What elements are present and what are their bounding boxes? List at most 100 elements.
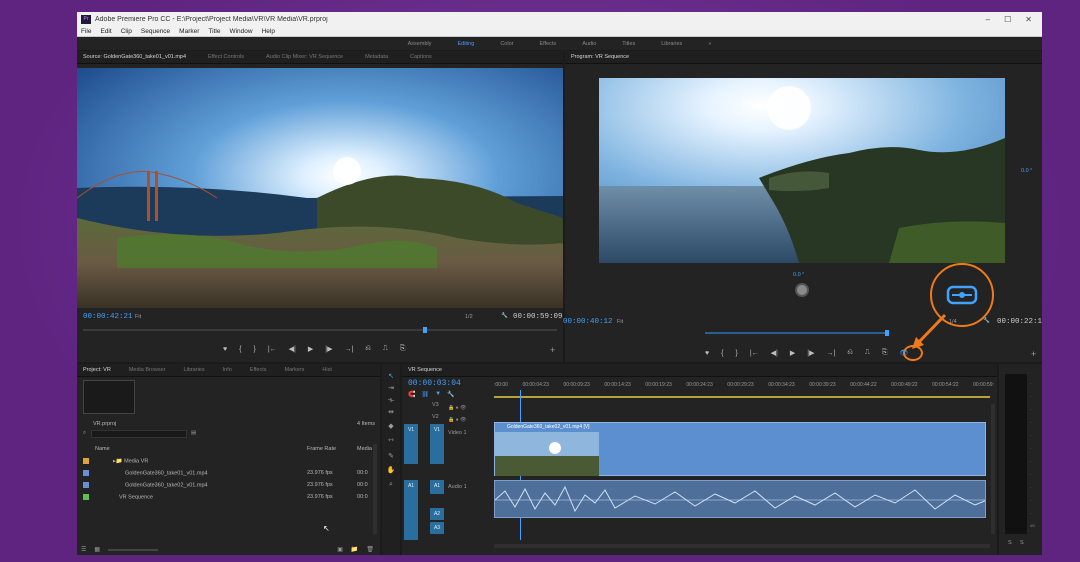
add-marker-icon[interactable]: ▼ <box>435 391 441 398</box>
new-bin-footer-icon[interactable]: 📁 <box>351 546 358 553</box>
tab-source[interactable]: Source: GoldenGate360_take01_v01.mp4 <box>83 54 186 60</box>
mark-in-button[interactable]: { <box>239 346 241 353</box>
timeline-ruler[interactable]: :00:00 00:00:04:23 00:00:09:23 00:00:14:… <box>494 382 994 396</box>
zoom-slider[interactable] <box>108 548 159 551</box>
program-resolution-dropdown[interactable]: 1/4 <box>949 319 957 325</box>
program-export-frame-button[interactable]: ⎘ <box>882 349 888 357</box>
program-add-button[interactable]: + <box>1031 349 1036 359</box>
razor-tool-icon[interactable]: ◆ <box>386 422 396 432</box>
slip-tool-icon[interactable]: ⇿ <box>386 436 396 446</box>
tab-effects[interactable]: Effects <box>250 367 267 373</box>
vr-angle-dial-icon[interactable] <box>795 283 809 297</box>
source-scrub-bar[interactable] <box>83 327 557 333</box>
linked-selection-icon[interactable]: ⛓ <box>421 391 429 398</box>
list-view-icon[interactable]: ☰ <box>81 546 86 553</box>
hand-tool-icon[interactable]: ✋ <box>386 466 396 476</box>
zoom-tool-icon[interactable]: ⌕ <box>386 480 396 490</box>
workspace-titles[interactable]: Titles <box>622 41 635 47</box>
list-item[interactable]: GoldenGate360_take01_v01.mp4 <box>83 470 208 476</box>
play-button[interactable]: ▶ <box>308 345 313 353</box>
maximize-button[interactable]: ☐ <box>1004 15 1011 24</box>
go-to-in-button[interactable]: |← <box>268 346 277 353</box>
menu-marker[interactable]: Marker <box>179 28 199 35</box>
timeline-settings-icon[interactable]: 🔧 <box>447 391 454 398</box>
program-mark-in-button[interactable]: { <box>721 350 723 357</box>
tab-media-browser[interactable]: Media Browser <box>129 367 166 373</box>
program-mark-out-button[interactable]: } <box>736 350 738 357</box>
timeline-horizontal-scrollbar[interactable] <box>494 544 990 548</box>
tab-history[interactable]: Hist <box>322 367 331 373</box>
program-play-button[interactable]: ▶ <box>790 349 795 357</box>
icon-view-icon[interactable]: ▦ <box>94 546 100 553</box>
project-search-input[interactable] <box>91 430 187 438</box>
track-target-a1[interactable]: A1 <box>430 480 444 494</box>
export-frame-button[interactable]: ⎘ <box>400 345 406 353</box>
add-marker-button[interactable]: ♥ <box>223 346 227 353</box>
tab-program[interactable]: Program: VR Sequence <box>571 54 629 60</box>
program-go-to-in-button[interactable]: |← <box>750 350 759 357</box>
tab-markers[interactable]: Markers <box>285 367 305 373</box>
program-playhead[interactable] <box>885 330 889 336</box>
program-add-marker-button[interactable]: ♥ <box>705 350 709 357</box>
snap-icon[interactable]: 🧲 <box>408 391 415 398</box>
tab-vr-sequence[interactable]: VR Sequence <box>408 367 442 373</box>
menu-edit[interactable]: Edit <box>100 28 111 35</box>
column-name-header[interactable]: Name <box>95 446 110 452</box>
list-item[interactable]: VR Sequence <box>83 494 153 500</box>
minimize-button[interactable]: – <box>986 15 990 24</box>
ripple-edit-tool-icon[interactable]: ⟛ <box>386 396 396 406</box>
extract-button[interactable]: ⎍ <box>865 349 870 357</box>
step-back-button[interactable]: ◀| <box>289 345 296 353</box>
timeline-vertical-scrollbar[interactable] <box>991 404 995 534</box>
program-scrub-bar[interactable] <box>705 330 889 336</box>
menu-clip[interactable]: Clip <box>121 28 132 35</box>
tab-effect-controls[interactable]: Effect Controls <box>208 54 244 60</box>
close-button[interactable]: ✕ <box>1025 15 1032 24</box>
selection-tool-icon[interactable]: ↖ <box>386 372 396 382</box>
toggle-vr-video-display-icon[interactable]: 👁 <box>899 349 908 357</box>
list-item[interactable]: ▸📁 Media VR <box>83 458 148 464</box>
program-settings-wrench-icon[interactable]: 🔧 <box>983 318 990 324</box>
tab-libraries[interactable]: Libraries <box>184 367 205 373</box>
workspace-libraries[interactable]: Libraries <box>661 41 682 47</box>
track-target-v1[interactable]: V1 <box>430 424 444 464</box>
solo-left-button[interactable]: S <box>1008 540 1012 546</box>
tab-info[interactable]: Info <box>223 367 232 373</box>
go-to-out-button[interactable]: →| <box>344 346 353 353</box>
rolling-edit-tool-icon[interactable]: ⇹ <box>386 408 396 418</box>
source-patch-a1[interactable]: A1 <box>404 480 418 540</box>
source-resolution-dropdown[interactable]: 1/2 <box>465 314 473 320</box>
track-target-a2[interactable]: A2 <box>430 508 444 520</box>
menu-sequence[interactable]: Sequence <box>141 28 170 35</box>
menu-help[interactable]: Help <box>262 28 275 35</box>
lock-toggle-icon[interactable]: 🔒 ● 👁 <box>448 402 466 414</box>
source-video-frame[interactable] <box>77 68 563 308</box>
program-video-frame[interactable] <box>599 78 1005 263</box>
lock-toggle-icon[interactable]: 🔒 ● 👁 <box>448 414 466 426</box>
track-target-a3[interactable]: A3 <box>430 522 444 534</box>
clip-thumbnail[interactable] <box>83 380 135 414</box>
track-select-tool-icon[interactable]: ⇥ <box>386 384 396 394</box>
settings-wrench-icon[interactable]: 🔧 <box>501 313 508 319</box>
tab-audio-clip-mixer[interactable]: Audio Clip Mixer: VR Sequence <box>266 54 343 60</box>
timeline-timecode[interactable]: 00:00:03:04 <box>408 379 461 388</box>
menu-file[interactable]: File <box>81 28 91 35</box>
workspace-editing[interactable]: Editing <box>457 41 474 47</box>
tab-project[interactable]: Project: VR <box>83 367 111 373</box>
workspace-effects[interactable]: Effects <box>539 41 556 47</box>
pen-tool-icon[interactable]: ✎ <box>386 452 396 462</box>
new-bin-icon[interactable]: ▤ <box>191 430 196 436</box>
menu-window[interactable]: Window <box>229 28 252 35</box>
mark-out-button[interactable]: } <box>254 346 256 353</box>
tab-captions[interactable]: Captions <box>410 54 432 60</box>
tab-metadata[interactable]: Metadata <box>365 54 388 60</box>
source-fit-dropdown[interactable]: Fit <box>135 314 141 320</box>
step-forward-button[interactable]: |▶ <box>325 345 332 353</box>
program-step-back-button[interactable]: ◀| <box>771 349 778 357</box>
new-item-icon[interactable]: ▣ <box>337 546 343 553</box>
work-area-bar[interactable] <box>494 396 990 398</box>
clear-icon[interactable]: 🗑 <box>366 546 380 553</box>
source-playhead[interactable] <box>423 327 427 333</box>
audio-clip[interactable] <box>494 480 986 518</box>
column-frame-rate-header[interactable]: Frame Rate <box>307 446 336 452</box>
